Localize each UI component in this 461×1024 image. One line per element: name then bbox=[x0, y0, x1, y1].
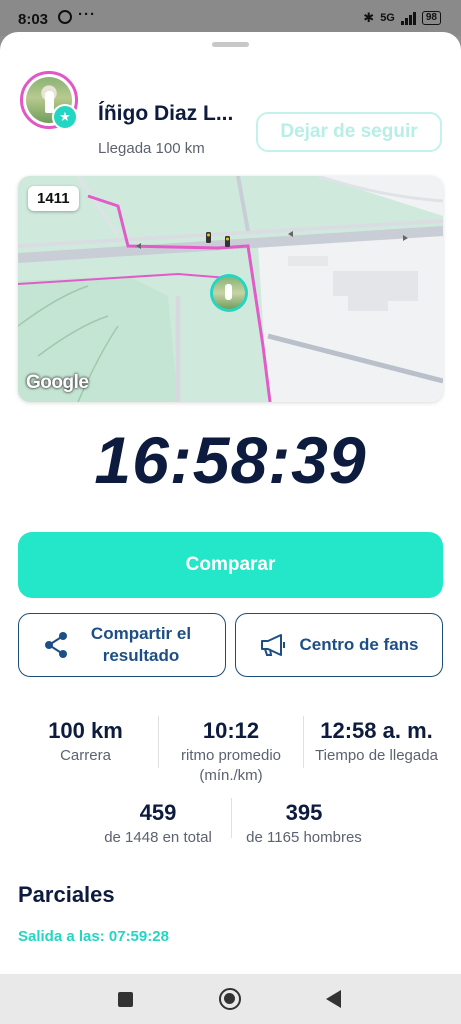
unfollow-button[interactable]: Dejar de seguir bbox=[256, 112, 442, 152]
battery-icon: 98 bbox=[421, 11, 441, 25]
stat-divider bbox=[158, 716, 159, 768]
star-icon: ★ bbox=[52, 104, 78, 130]
stat-gender-label: de 1165 hombres bbox=[246, 829, 362, 846]
home-button-icon[interactable] bbox=[219, 988, 241, 1010]
stat-pace-label: ritmo promedio (mín./km) bbox=[180, 747, 282, 784]
recents-button-icon[interactable] bbox=[118, 992, 133, 1007]
stat-overall-label: de 1448 en total bbox=[104, 829, 212, 846]
stat-divider bbox=[303, 716, 304, 768]
stat-distance: 100 km Carrera bbox=[18, 718, 153, 766]
back-button-icon[interactable] bbox=[326, 990, 341, 1008]
stat-overall-value: 459 bbox=[139, 800, 177, 825]
bib-number-badge: 1411 bbox=[28, 186, 79, 211]
stat-overall-rank: 459 de 1448 en total bbox=[88, 800, 228, 848]
share-icon bbox=[45, 632, 67, 658]
drag-handle[interactable] bbox=[212, 42, 249, 47]
stat-distance-value: 100 km bbox=[48, 718, 123, 743]
stat-distance-label: Carrera bbox=[60, 747, 111, 764]
signal-icon bbox=[400, 11, 416, 25]
runner-sheet: ★ Íñigo Diaz L... Llegada 100 km Dejar d… bbox=[0, 32, 461, 974]
stat-gender-rank: 395 de 1165 hombres bbox=[234, 800, 374, 848]
runner-status: Llegada 100 km bbox=[98, 140, 205, 157]
runner-marker-photo bbox=[213, 277, 245, 309]
network-type: 5G bbox=[380, 12, 395, 24]
stat-pace: 10:12 ritmo promedio (mín./km) bbox=[162, 718, 300, 786]
stat-pace-value: 10:12 bbox=[202, 718, 260, 743]
runner-name: Íñigo Diaz L... bbox=[98, 102, 234, 125]
fan-center-label: Centro de fans bbox=[299, 635, 419, 654]
runner-map-marker[interactable] bbox=[210, 274, 248, 312]
status-time: 8:03 bbox=[18, 11, 49, 28]
stat-arrival-label: Tiempo de llegada bbox=[315, 747, 438, 764]
status-bar: 8:03 ··· ✱ 5G 98 bbox=[0, 0, 461, 36]
stat-divider bbox=[231, 798, 232, 838]
megaphone-icon bbox=[261, 634, 286, 656]
splits-title: Parciales bbox=[18, 882, 115, 907]
stat-arrival: 12:58 a. m. Tiempo de llegada bbox=[305, 718, 448, 766]
google-logo: Google bbox=[26, 372, 89, 393]
final-time: 16:58:39 bbox=[94, 423, 367, 497]
fan-center-button[interactable]: Centro de fans bbox=[235, 613, 443, 677]
share-result-button[interactable]: Compartir el resultado bbox=[18, 613, 226, 677]
more-notifications-icon: ··· bbox=[78, 6, 96, 23]
whatsapp-icon bbox=[58, 10, 72, 24]
splits-start-time: Salida a las: 07:59:28 bbox=[18, 928, 169, 945]
compare-button[interactable]: Comparar bbox=[18, 532, 443, 598]
route-map[interactable]: 1411 Google bbox=[18, 176, 443, 402]
bluetooth-icon: ✱ bbox=[363, 10, 375, 25]
system-nav-bar bbox=[0, 974, 461, 1024]
stat-gender-value: 395 bbox=[285, 800, 323, 825]
stat-arrival-value: 12:58 a. m. bbox=[320, 718, 433, 743]
share-result-label: Compartir el resultado bbox=[90, 624, 192, 665]
status-icons: ✱ 5G 98 bbox=[363, 10, 441, 26]
